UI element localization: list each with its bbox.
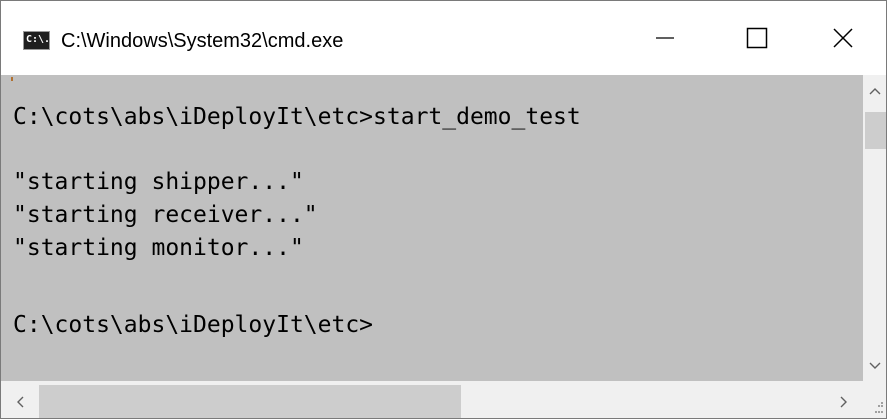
scroll-down-button[interactable] bbox=[863, 354, 886, 377]
maximize-icon bbox=[746, 27, 768, 49]
chevron-up-icon bbox=[869, 87, 880, 94]
scroll-left-button[interactable] bbox=[5, 387, 35, 417]
cmd-window: C:\. C:\Windows\System32\cmd.exe C:\cots… bbox=[0, 0, 887, 419]
cmd-icon[interactable]: C:\. bbox=[23, 31, 50, 50]
grip-dot bbox=[881, 405, 883, 407]
grip-dot bbox=[881, 402, 883, 404]
scroll-right-button[interactable] bbox=[829, 387, 859, 417]
console-line: "starting receiver..." bbox=[13, 202, 318, 228]
cmd-icon-glyph: C:\. bbox=[26, 34, 51, 45]
grip-dot bbox=[878, 405, 880, 407]
grip-dot bbox=[881, 411, 883, 413]
chevron-down-icon bbox=[869, 362, 880, 369]
chevron-right-icon bbox=[840, 396, 847, 408]
console-line: C:\cots\abs\iDeployIt\etc>start_demo_tes… bbox=[13, 104, 581, 130]
scroll-up-button[interactable] bbox=[863, 79, 886, 102]
selection-marker bbox=[11, 77, 13, 81]
vertical-scrollbar[interactable] bbox=[863, 75, 886, 381]
title-bar[interactable]: C:\. C:\Windows\System32\cmd.exe bbox=[1, 1, 886, 75]
close-button[interactable] bbox=[799, 1, 886, 75]
console-line: "starting monitor..." bbox=[13, 235, 304, 261]
chevron-left-icon bbox=[17, 396, 24, 408]
resize-grip[interactable] bbox=[863, 381, 886, 418]
window-title: C:\Windows\System32\cmd.exe bbox=[61, 30, 344, 52]
minimize-icon bbox=[656, 37, 674, 39]
close-icon bbox=[832, 28, 853, 48]
maximize-button[interactable] bbox=[711, 1, 803, 75]
console-output[interactable]: C:\cots\abs\iDeployIt\etc>start_demo_tes… bbox=[1, 75, 863, 381]
horizontal-scrollbar[interactable] bbox=[1, 381, 863, 418]
vertical-scroll-thumb[interactable] bbox=[865, 112, 886, 149]
console-line: "starting shipper..." bbox=[13, 169, 304, 195]
console-line: C:\cots\abs\iDeployIt\etc> bbox=[13, 312, 374, 338]
grip-dot bbox=[878, 411, 880, 413]
grip-dot bbox=[875, 411, 877, 413]
horizontal-scroll-thumb[interactable] bbox=[39, 385, 461, 418]
minimize-button[interactable] bbox=[619, 1, 711, 75]
